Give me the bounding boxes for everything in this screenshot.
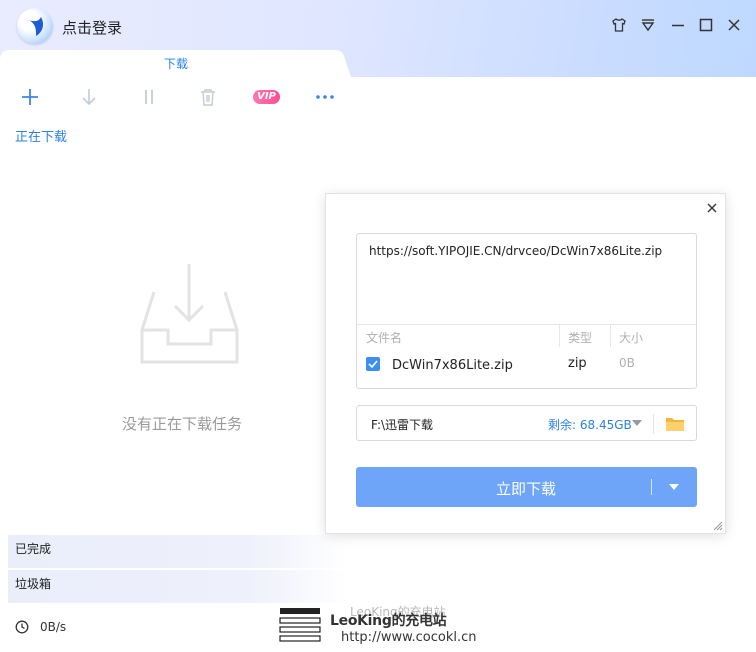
download-options-chevron-icon[interactable]: [669, 484, 679, 490]
speed-indicator: 0B/s: [15, 620, 66, 634]
file-checkbox[interactable]: [366, 357, 380, 371]
tab-download-label[interactable]: 下载: [164, 55, 188, 72]
folder-icon[interactable]: [664, 414, 686, 438]
download-now-label: 立即下载: [495, 480, 556, 498]
file-size: 0B: [619, 356, 635, 370]
login-link[interactable]: 点击登录: [62, 17, 122, 38]
dropdown-menu-icon[interactable]: [639, 16, 657, 34]
dialog-close-icon[interactable]: [704, 200, 720, 216]
pause-icon[interactable]: [138, 86, 160, 108]
minimize-icon[interactable]: [669, 16, 687, 34]
save-path[interactable]: F:\迅雷下载: [371, 416, 433, 433]
url-text[interactable]: https://soft.YIPOJIE.CN/drvceo/DcWin7x86…: [369, 244, 662, 258]
chevron-down-icon[interactable]: [632, 420, 642, 426]
speed-value: 0B/s: [40, 620, 67, 634]
app-logo: [17, 8, 53, 44]
plus-icon[interactable]: [19, 86, 41, 108]
sidebar-item-completed[interactable]: 已完成: [8, 535, 348, 568]
remaining-space: 剩余: 68.45GB: [548, 418, 632, 432]
column-divider: [610, 325, 611, 347]
title-bar: 点击登录: [0, 0, 756, 52]
column-header-type: 类型: [568, 331, 593, 345]
checkmark-icon: [368, 360, 378, 369]
close-icon[interactable]: [725, 16, 743, 34]
sidebar-item-trash[interactable]: 垃圾箱: [8, 570, 348, 603]
resize-grip-icon[interactable]: [713, 521, 723, 531]
downloading-section[interactable]: 正在下载: [15, 126, 67, 145]
sidebar-item-label: 已完成: [15, 542, 52, 556]
watermark-text: LeoKing的充电站: [330, 613, 447, 629]
sidebar-item-label: 垃圾箱: [15, 577, 52, 591]
path-divider: [653, 414, 654, 434]
maximize-icon[interactable]: [697, 16, 715, 34]
column-header-size: 大小: [619, 331, 644, 345]
column-header-filename: 文件名: [366, 331, 403, 345]
more-icon[interactable]: [314, 86, 336, 108]
vip-badge[interactable]: VIP: [253, 90, 280, 104]
clock-icon: [15, 620, 29, 634]
column-divider: [559, 325, 560, 347]
download-now-button[interactable]: 立即下载: [356, 467, 697, 507]
url-input[interactable]: https://soft.YIPOJIE.CN/drvceo/DcWin7x86…: [356, 233, 697, 389]
file-type: zip: [568, 356, 587, 371]
watermark-logo-icon: [279, 608, 321, 642]
tshirt-icon[interactable]: [610, 16, 628, 34]
file-table: 文件名 类型 大小 DcWin7x86Lite.zip zip 0B: [357, 324, 696, 388]
empty-state-text: 没有正在下载任务: [122, 415, 243, 433]
file-name[interactable]: DcWin7x86Lite.zip: [392, 358, 513, 373]
save-path-select[interactable]: F:\迅雷下载 剩余: 68.45GB: [356, 405, 697, 441]
new-download-dialog: https://soft.YIPOJIE.CN/drvceo/DcWin7x86…: [325, 193, 726, 534]
watermark-url: http://www.cocokl.cn: [341, 630, 477, 645]
trash-icon[interactable]: [197, 86, 219, 108]
download-arrow-icon[interactable]: [78, 86, 100, 108]
empty-inbox-icon: [132, 262, 242, 371]
button-divider: [651, 479, 652, 495]
watermark: LeoKing的充电站 LeoKing的充电站 http://www.cocok…: [278, 600, 488, 652]
